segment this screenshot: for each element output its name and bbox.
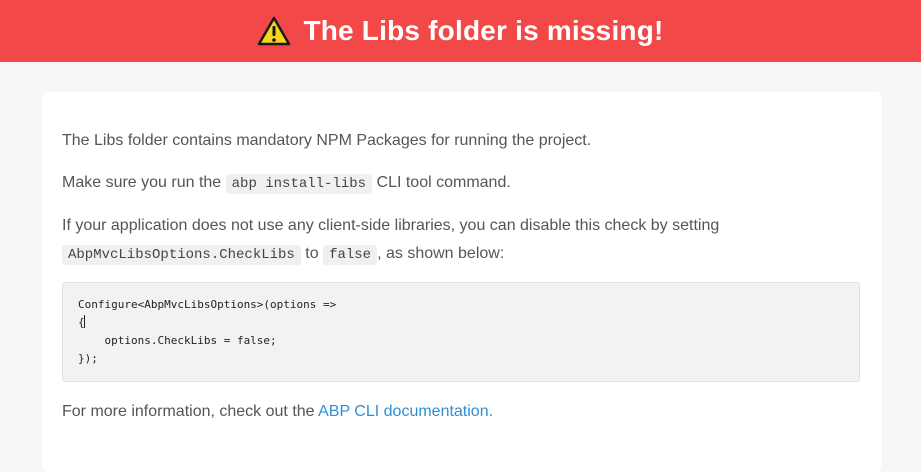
code-line-3: options.CheckLibs = false;	[78, 334, 277, 347]
page-title: The Libs folder is missing!	[303, 15, 664, 46]
info-card: The Libs folder contains mandatory NPM P…	[42, 92, 882, 472]
more-info-text: For more information, check out the ABP …	[62, 398, 493, 426]
code-line-2: {	[78, 314, 844, 332]
code-line-1: Configure<AbpMvcLibsOptions>(options =>	[78, 298, 337, 311]
text-cursor	[83, 315, 85, 328]
install-text-after: CLI tool command.	[372, 174, 511, 191]
code-sample[interactable]: Configure<AbpMvcLibsOptions>(options => …	[62, 282, 860, 382]
error-banner: The Libs folder is missing!	[0, 0, 921, 62]
disable-check-text: If your application does not use any cli…	[62, 217, 720, 234]
install-text-before: Make sure you run the	[62, 174, 226, 191]
disable-check-after: , as shown below:	[377, 245, 505, 262]
warning-icon	[257, 16, 291, 46]
option-name-code: AbpMvcLibsOptions.CheckLibs	[62, 245, 301, 265]
disable-check-options: AbpMvcLibsOptions.CheckLibs to false, as…	[62, 240, 504, 269]
libs-description: The Libs folder contains mandatory NPM P…	[62, 132, 592, 149]
abp-cli-docs-link[interactable]: ABP CLI documentation.	[318, 403, 493, 420]
more-info-before: For more information, check out the	[62, 403, 319, 420]
install-instruction: Make sure you run the abp install-libs C…	[62, 169, 511, 198]
disable-check-mid: to	[300, 245, 324, 262]
code-line-4: });	[78, 352, 98, 365]
install-command-code: abp install-libs	[225, 174, 373, 194]
option-value-code: false	[323, 245, 378, 265]
banner-content: The Libs folder is missing!	[257, 15, 663, 47]
